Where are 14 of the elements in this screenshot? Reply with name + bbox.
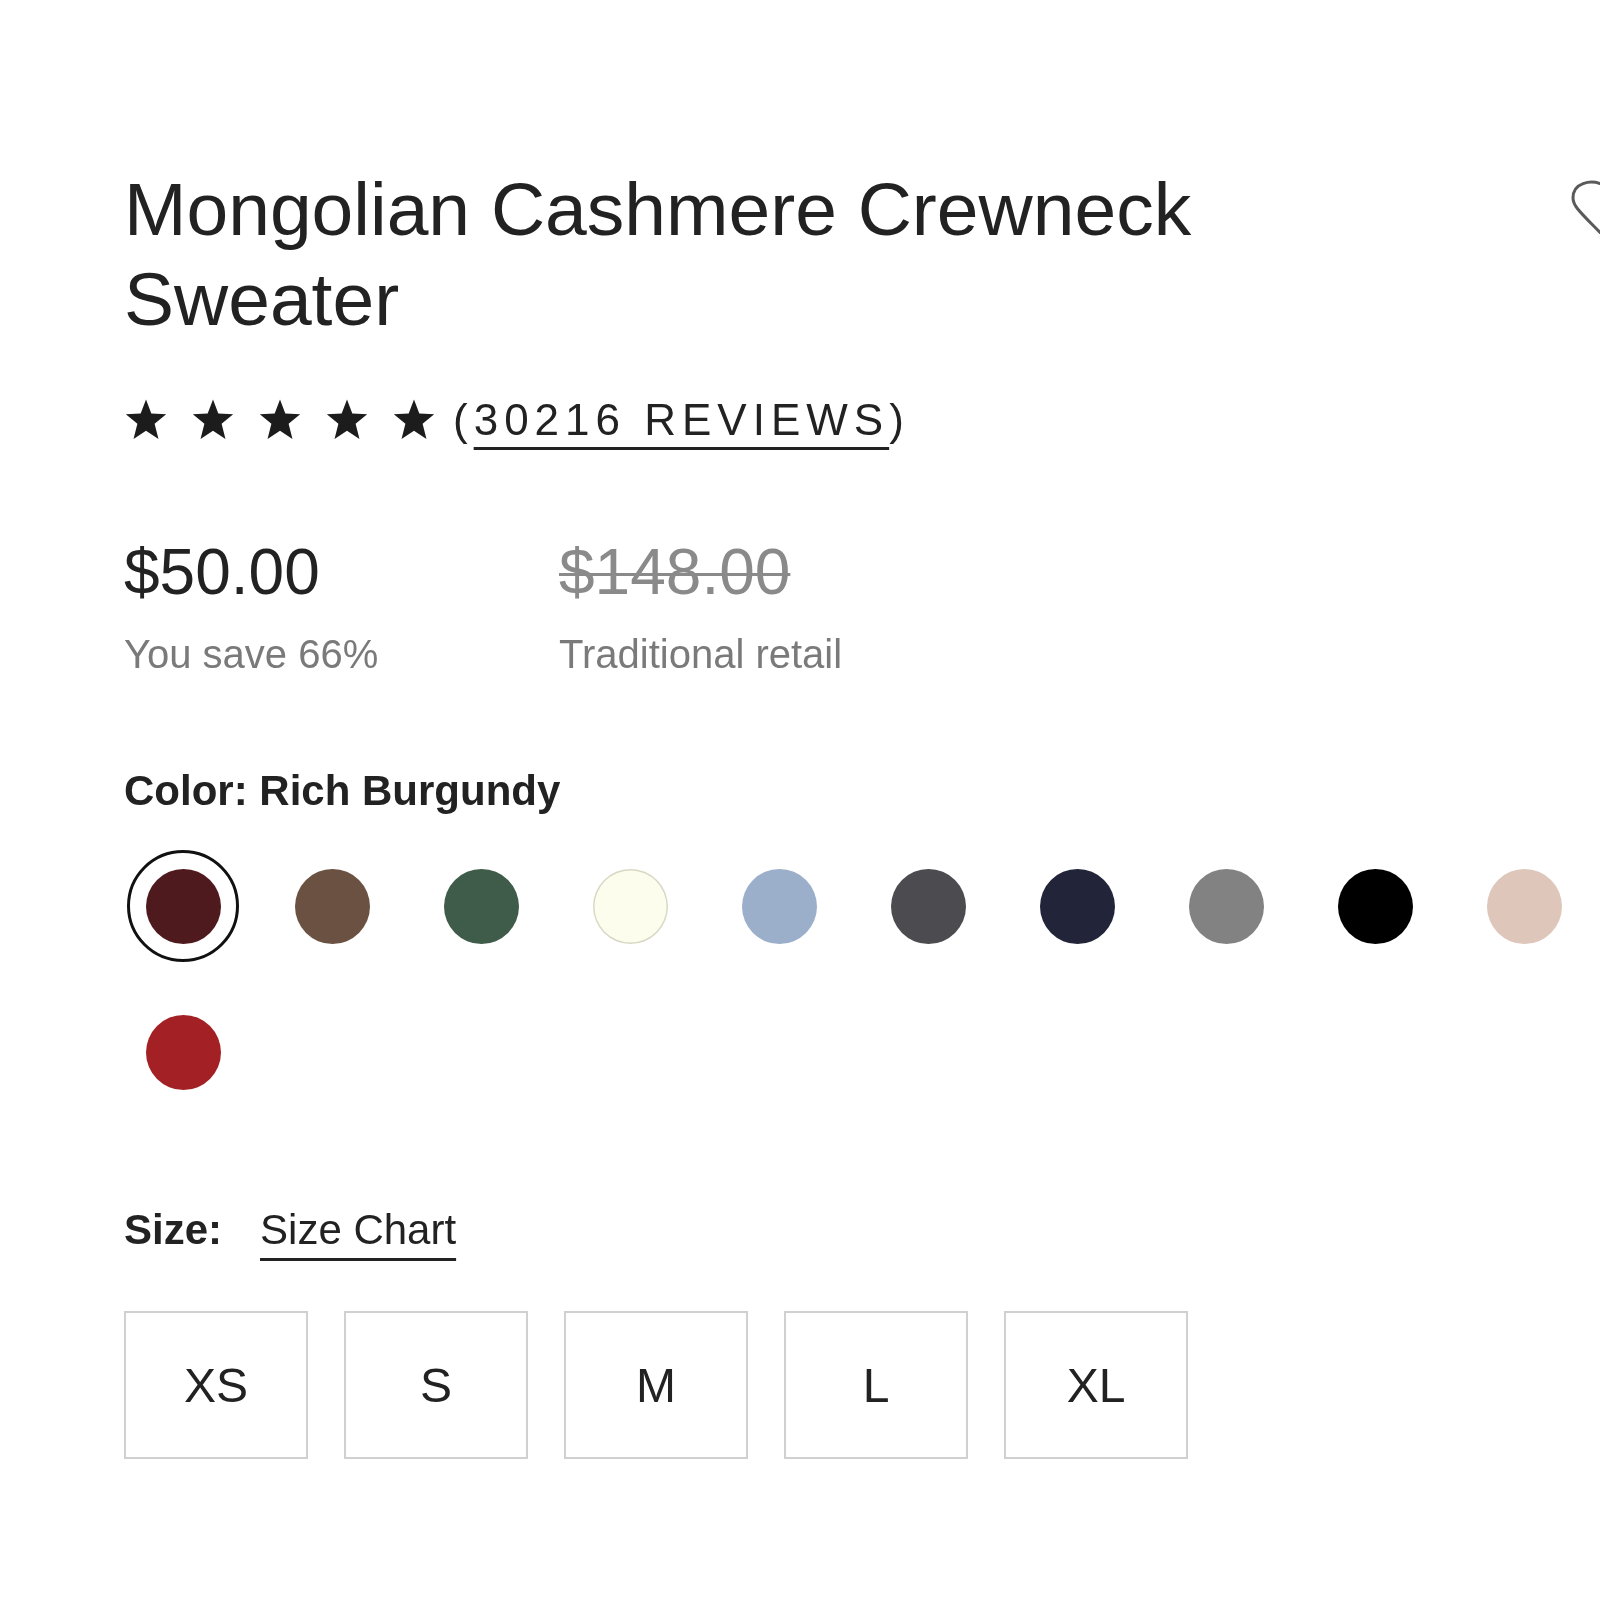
reviews-link[interactable]: 30216 REVIEWS: [473, 392, 890, 448]
size-option-button[interactable]: M: [564, 1311, 748, 1459]
savings-text: You save 66%: [124, 631, 379, 678]
size-option-button[interactable]: XS: [124, 1311, 308, 1459]
color-label: Color: Rich Burgundy: [124, 766, 561, 816]
size-option-button[interactable]: XL: [1004, 1311, 1188, 1459]
retail-label: Traditional retail: [559, 631, 843, 678]
size-label: Size:: [124, 1205, 223, 1255]
size-chart-link[interactable]: Size Chart: [260, 1205, 457, 1255]
size-option-button[interactable]: S: [344, 1311, 528, 1459]
original-price: $148.00: [559, 536, 791, 608]
product-title: Mongolian Cashmere Crewneck Sweater: [124, 166, 1193, 343]
sale-price: $50.00: [124, 536, 320, 608]
size-option-button[interactable]: L: [784, 1311, 968, 1459]
